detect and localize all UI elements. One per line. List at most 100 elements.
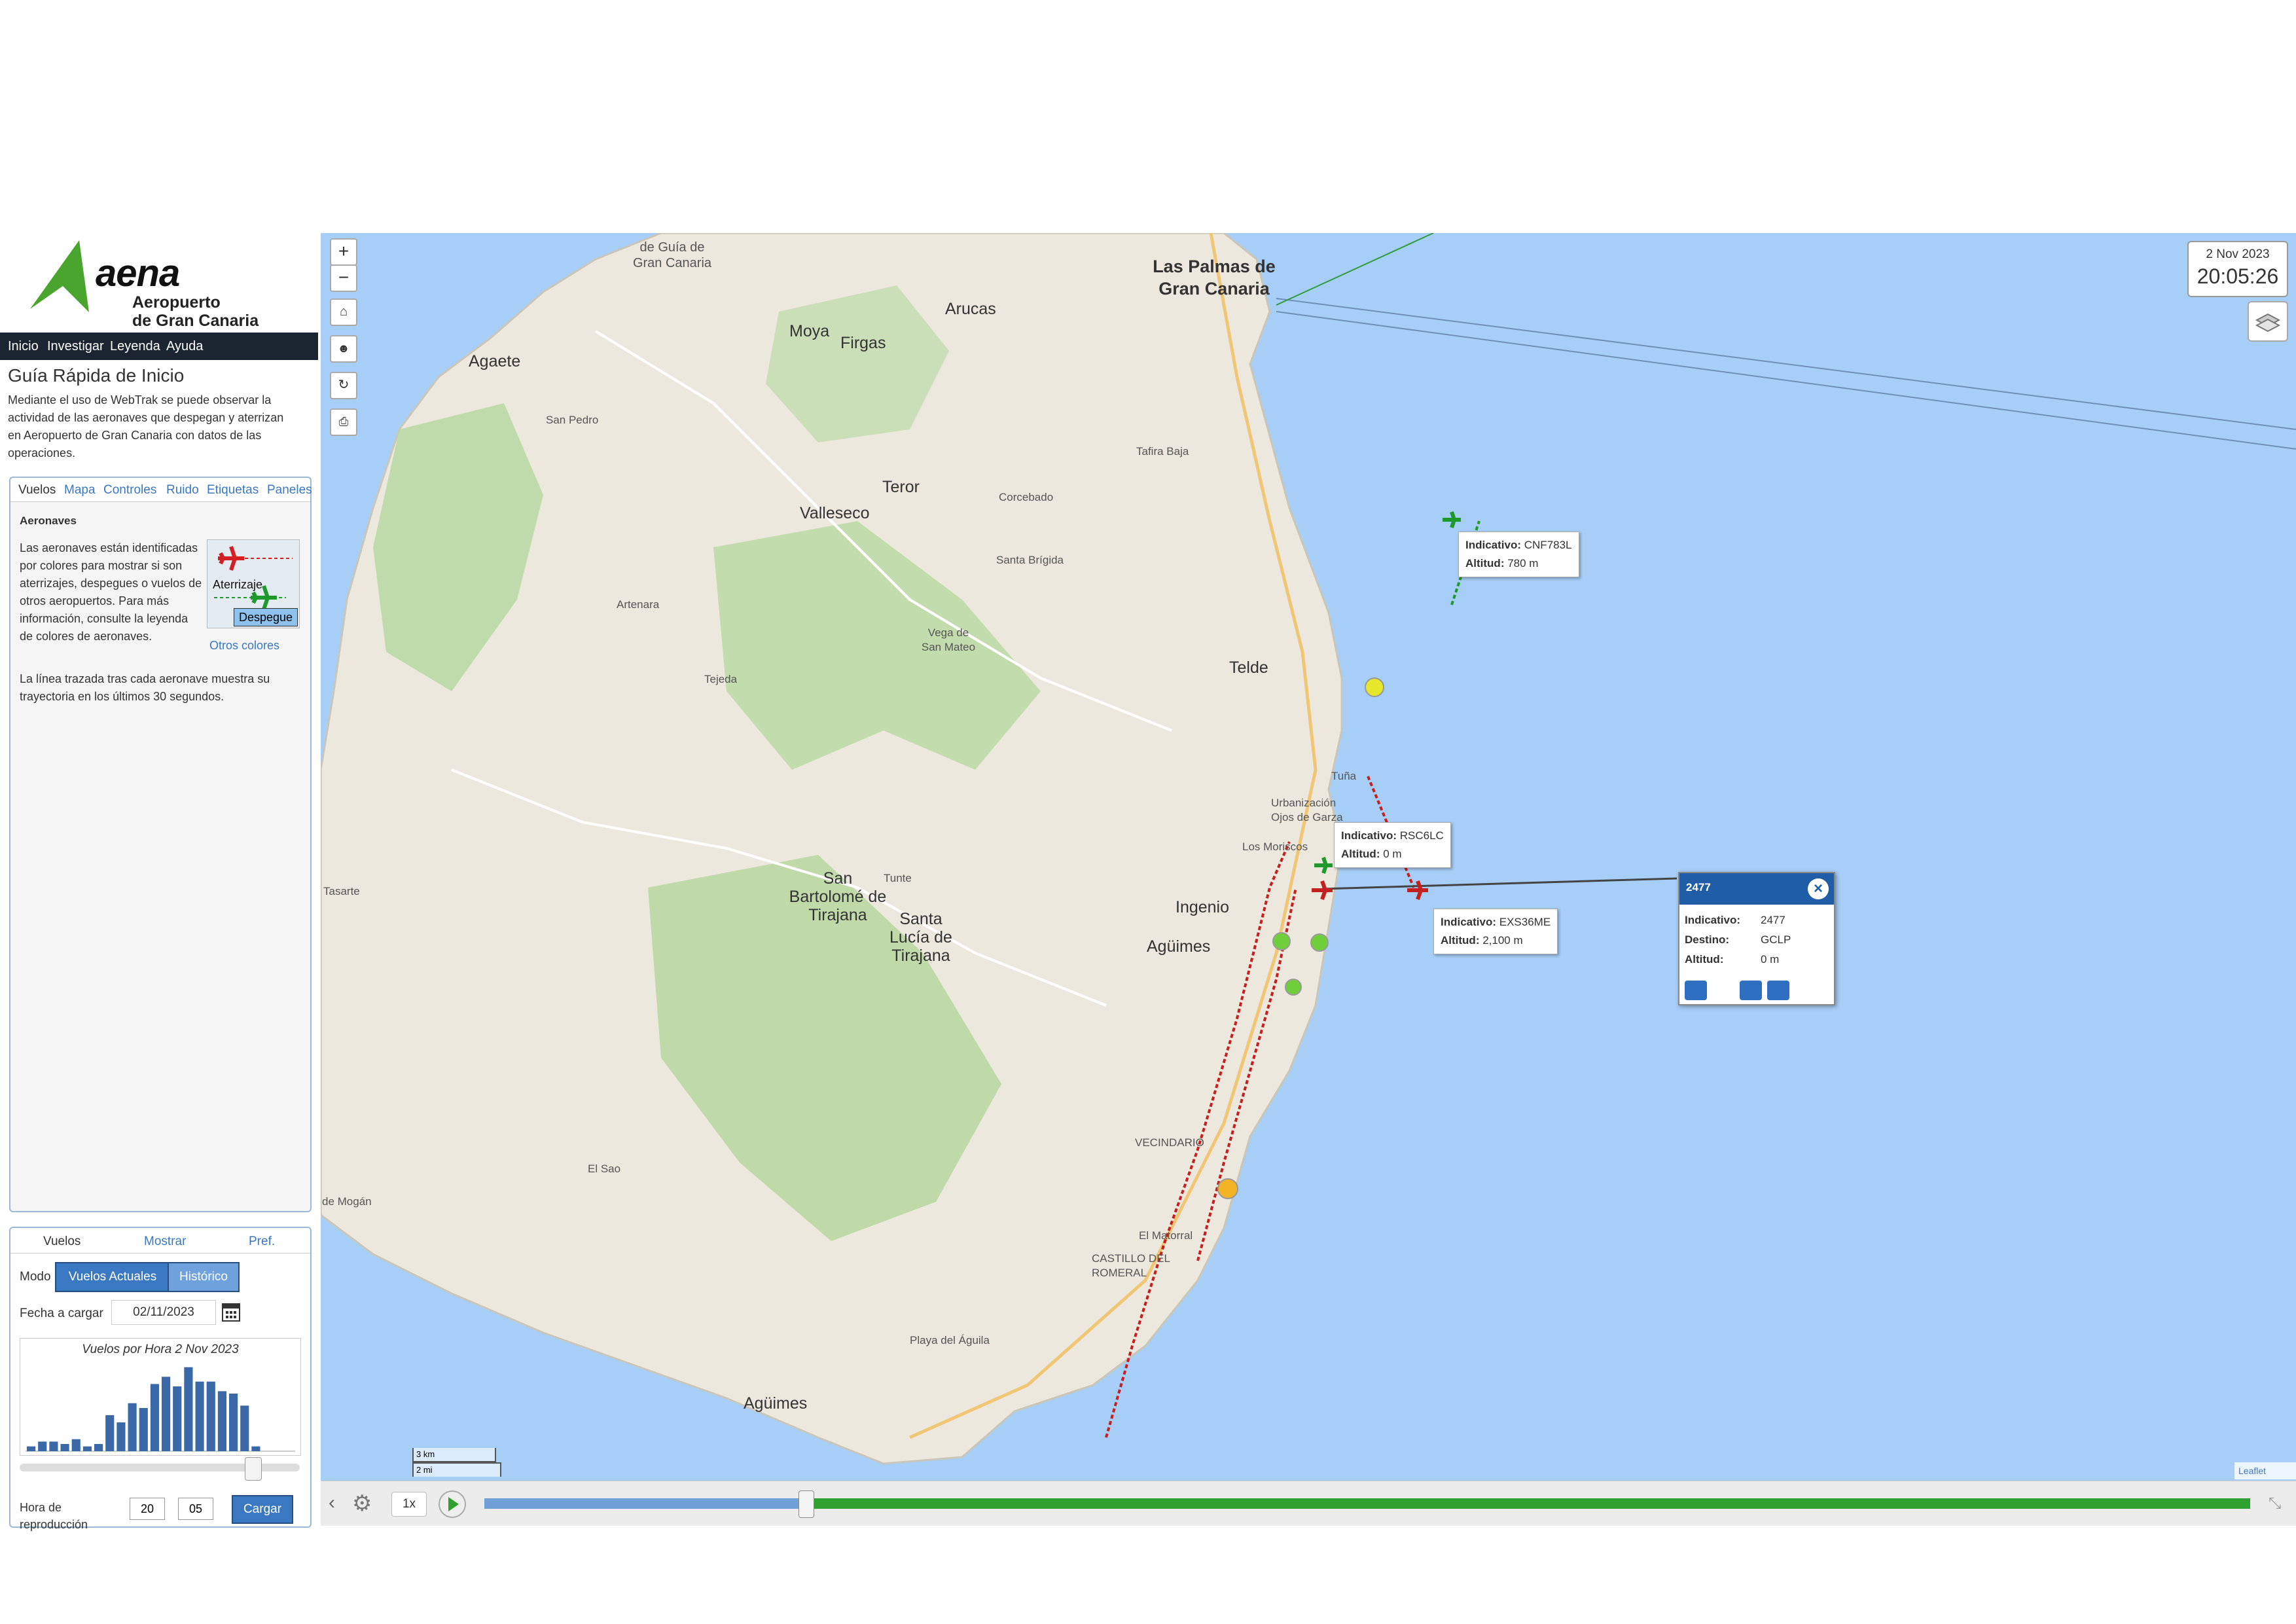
chevron-left-icon[interactable]: ‹	[329, 1492, 335, 1514]
tab-ruido[interactable]: Ruido	[166, 483, 199, 497]
home-icon[interactable]	[1740, 981, 1762, 1000]
label-vega-san-mateo: Vega de San Mateo	[921, 626, 976, 653]
playback-elapsed[interactable]	[484, 1498, 806, 1509]
guide-text: Mediante el uso de WebTrak se puede obse…	[8, 393, 284, 460]
chart-bar-hour-20	[251, 1446, 260, 1451]
chart-bar-hour-13	[173, 1386, 182, 1451]
zoom-out-button[interactable]: −	[330, 264, 357, 292]
close-icon[interactable]: ×	[1808, 878, 1829, 899]
label-ingenio: Ingenio	[1175, 898, 1230, 916]
flight-popup: 2477 × Indicativo: 2477 Destino: GCLP Al…	[1678, 872, 1835, 1005]
tab-vuelos-widget[interactable]: Vuelos	[43, 1235, 81, 1249]
popup-header: 2477 ×	[1679, 873, 1834, 905]
chart-bar-hour-12	[162, 1377, 171, 1451]
map-scale: 3 km 2 mi	[412, 1448, 501, 1477]
historic-button[interactable]: Histórico	[168, 1262, 240, 1292]
label-moya: Moya	[789, 322, 830, 340]
nav-investigar[interactable]: Investigar	[47, 339, 104, 354]
tab-etiquetas[interactable]: Etiquetas	[207, 483, 259, 497]
label-arucas: Arucas	[945, 300, 996, 318]
minute-spinner[interactable]: 05	[178, 1498, 213, 1520]
label-teror: Teror	[882, 478, 920, 496]
info-panel: Vuelos Mapa Controles Ruido Etiquetas Pa…	[9, 477, 312, 1212]
scale-mi: 2 mi	[412, 1462, 501, 1477]
top-navigation: Inicio Investigar Leyenda Ayuda	[0, 333, 318, 360]
track-sea-1	[1276, 298, 2296, 430]
tooltip-altitude: 0 m	[1383, 848, 1402, 860]
noise-monitor-5	[1217, 1178, 1238, 1199]
label-tunte: Tunte	[884, 872, 912, 884]
zoom-in-button[interactable]: +	[330, 238, 357, 266]
label-valleseco: Valleseco	[800, 504, 870, 522]
time-slider-handle[interactable]	[245, 1457, 262, 1481]
label-firgas: Firgas	[840, 334, 886, 352]
resize-icon[interactable]: ⤡	[2269, 1494, 2281, 1513]
tab-mostrar[interactable]: Mostrar	[144, 1235, 186, 1249]
tab-paneles[interactable]: Paneles	[267, 483, 312, 497]
label-aguimes-south: Agüimes	[744, 1394, 808, 1413]
tooltip-label: Indicativo:	[1341, 829, 1397, 842]
nav-ayuda[interactable]: Ayuda	[166, 339, 203, 354]
playback-handle[interactable]	[798, 1490, 814, 1518]
chart-bar-hour-0	[27, 1446, 36, 1451]
flights-tabs: Vuelos Mostrar Pref.	[10, 1228, 310, 1254]
home-icon[interactable]: ⌂	[330, 298, 357, 326]
info-tabs: Vuelos Mapa Controles Ruido Etiquetas Pa…	[10, 478, 312, 502]
comment-icon[interactable]	[1685, 981, 1707, 1000]
map-view[interactable]: Las Palmas de Gran Canaria Telde Ingenio…	[321, 233, 2296, 1490]
chart-bar-hour-15	[195, 1381, 204, 1451]
gear-icon[interactable]: ⚙	[352, 1490, 372, 1517]
leaflet-attribution[interactable]: Leaflet	[2234, 1462, 2296, 1479]
tooltip-exs36me: Indicativo: EXS36ME Altitud: 2,100 m	[1433, 909, 1558, 954]
print-icon[interactable]: ⎙	[330, 408, 357, 436]
tooltip-rsc6lc: Indicativo: RSC6LC Altitud: 0 m	[1334, 822, 1451, 868]
nav-inicio[interactable]: Inicio	[8, 339, 39, 354]
current-flights-button[interactable]: Vuelos Actuales	[55, 1262, 170, 1292]
tooltip-alt-label: Altitud:	[1341, 848, 1380, 860]
layers-icon[interactable]	[2248, 301, 2288, 342]
groups-icon[interactable]: ☻	[330, 335, 357, 363]
tab-pref[interactable]: Pref.	[249, 1235, 275, 1249]
hour-spinner[interactable]: 20	[130, 1498, 165, 1520]
other-colors-link[interactable]: Otros colores	[209, 639, 279, 653]
refresh-icon[interactable]: ↻	[330, 372, 357, 399]
playback-loaded[interactable]	[806, 1498, 2250, 1509]
label-corcebado: Corcebado	[999, 491, 1054, 503]
chart-bar-hour-18	[229, 1394, 238, 1451]
tooltip-altitude: 2,100 m	[1482, 934, 1523, 947]
tab-vuelos[interactable]: Vuelos	[18, 483, 56, 497]
legend-landing-label: Aterrizaje	[213, 578, 263, 591]
date-input[interactable]: 02/11/2023	[111, 1300, 216, 1325]
load-button[interactable]: Cargar	[232, 1495, 293, 1524]
tab-controles[interactable]: Controles	[103, 483, 156, 497]
popup-label-callsign: Indicativo:	[1685, 914, 1741, 926]
calendar-icon[interactable]	[221, 1300, 241, 1322]
chart-line-icon[interactable]	[1767, 981, 1789, 1000]
speed-selector[interactable]: 1x	[391, 1492, 427, 1517]
tab-mapa[interactable]: Mapa	[64, 483, 96, 497]
nav-leyenda[interactable]: Leyenda	[110, 339, 160, 354]
label-guia: de Guía de Gran Canaria	[632, 240, 712, 270]
chart-bar-hour-7	[105, 1415, 115, 1451]
playback-bar: ‹ ⚙ 1x ⤡	[321, 1481, 2296, 1526]
popup-label-destination: Destino:	[1685, 933, 1729, 946]
flights-per-hour-chart: Vuelos por Hora 2 Nov 2023	[20, 1338, 301, 1456]
label-castillo-romeral: CASTILLO DEL ROMERAL	[1092, 1252, 1170, 1279]
play-icon[interactable]	[437, 1489, 467, 1519]
plane-icon[interactable]	[1712, 981, 1734, 1000]
noise-monitor-2	[1272, 932, 1291, 950]
label-el-sao: El Sao	[588, 1163, 621, 1175]
label-aguimes: Agüimes	[1147, 937, 1211, 956]
label-santa-brigida: Santa Brígida	[996, 554, 1064, 566]
chart-bar-hour-17	[217, 1391, 226, 1451]
chart-bar-hour-10	[139, 1408, 148, 1451]
label-vecindario: VECINDARIO	[1135, 1136, 1204, 1149]
chart-bar-hour-8	[117, 1422, 126, 1451]
brand-line2: de Gran Canaria	[132, 312, 259, 330]
chart-bar-hour-6	[94, 1444, 103, 1451]
chart-bar-hour-11	[150, 1384, 159, 1451]
label-artenara: Artenara	[617, 598, 660, 611]
clock-date: 2 Nov 2023	[2206, 247, 2270, 261]
map-background	[321, 233, 2296, 1465]
chart-bar-hour-19	[240, 1405, 249, 1451]
